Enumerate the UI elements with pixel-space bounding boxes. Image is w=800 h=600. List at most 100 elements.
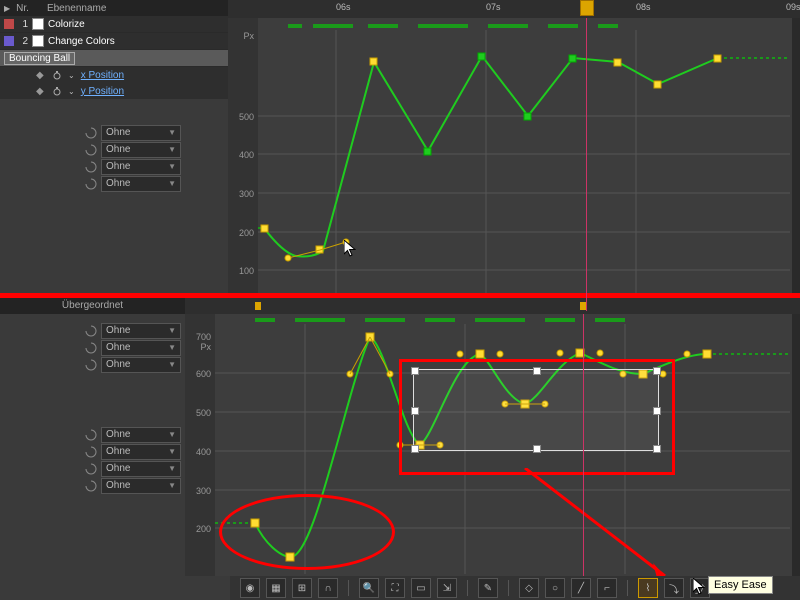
parent-dropdown-group-3: Ohne▼ Ohne▼ Ohne▼ Ohne▼ bbox=[0, 426, 185, 494]
property-row[interactable]: ◆ ⌄ x Position bbox=[0, 67, 228, 83]
parent-dropdown[interactable]: Ohne▼ bbox=[101, 159, 181, 175]
property-row[interactable]: ◆ ⌄ y Position bbox=[0, 83, 228, 99]
playhead[interactable] bbox=[586, 18, 587, 311]
property-name[interactable]: x Position bbox=[81, 70, 124, 81]
linear-button[interactable]: ╱ bbox=[571, 578, 591, 598]
separator bbox=[508, 580, 509, 596]
expand-icon: ⌄ bbox=[68, 87, 75, 96]
parent-dropdown[interactable]: Ohne▼ bbox=[101, 357, 181, 373]
layer-row[interactable]: 2 Change Colors bbox=[0, 33, 228, 50]
timeline-ruler[interactable]: 06s 07s 08s 09s bbox=[228, 0, 800, 19]
disclosure-icon: ▶ bbox=[4, 4, 10, 13]
pickwhip-icon[interactable] bbox=[85, 429, 97, 441]
playhead-marker-icon[interactable] bbox=[580, 0, 594, 16]
graph-svg bbox=[228, 18, 800, 293]
playhead[interactable] bbox=[583, 314, 584, 576]
parent-dropdown[interactable]: Ohne▼ bbox=[101, 478, 181, 494]
chevron-down-icon: ▼ bbox=[168, 481, 176, 490]
parent-row: Ohne▼ bbox=[0, 443, 185, 460]
parent-row: Ohne▼ bbox=[0, 124, 185, 141]
easy-ease-in-button[interactable]: ⤵ bbox=[664, 578, 684, 598]
col-nr: Nr. bbox=[16, 3, 29, 14]
keyframe-diamond-button[interactable]: ◇ bbox=[519, 578, 539, 598]
graph-editor-bottom[interactable]: 700 Px 600 500 400 300 200 bbox=[185, 314, 800, 576]
layer-name[interactable]: Bouncing Ball bbox=[4, 52, 75, 65]
parent-dropdown[interactable]: Ohne▼ bbox=[101, 461, 181, 477]
pickwhip-icon[interactable] bbox=[85, 127, 97, 139]
layer-name: Colorize bbox=[48, 19, 228, 30]
pickwhip-icon[interactable] bbox=[85, 463, 97, 475]
parent-row: Ohne▼ bbox=[0, 158, 185, 175]
selection-box[interactable] bbox=[413, 369, 659, 451]
time-tick: 09s bbox=[786, 2, 800, 12]
chevron-down-icon: ▼ bbox=[168, 179, 176, 188]
chevron-down-icon: ▼ bbox=[168, 343, 176, 352]
parent-row: Ohne▼ bbox=[0, 322, 185, 339]
pickwhip-icon[interactable] bbox=[85, 144, 97, 156]
chevron-down-icon: ▼ bbox=[168, 464, 176, 473]
keyframe-nav-icon[interactable]: ◆ bbox=[36, 70, 46, 80]
parent-dropdown[interactable]: Ohne▼ bbox=[101, 427, 181, 443]
show-props-button[interactable]: ◉ bbox=[240, 578, 260, 598]
work-area-start-icon[interactable] bbox=[255, 302, 261, 310]
layer-list: ▶ Nr. Ebenenname 1 Colorize 2 Change Col… bbox=[0, 0, 228, 99]
parent-dropdown[interactable]: Ohne▼ bbox=[101, 340, 181, 356]
parent-row: Ohne▼ bbox=[0, 460, 185, 477]
separator bbox=[467, 580, 468, 596]
parent-dropdown[interactable]: Ohne▼ bbox=[101, 444, 181, 460]
pickwhip-icon[interactable] bbox=[85, 161, 97, 173]
separate-dimensions-button[interactable]: ⇲ bbox=[437, 578, 457, 598]
timeline-navigator[interactable] bbox=[185, 298, 800, 314]
pickwhip-icon[interactable] bbox=[85, 446, 97, 458]
stopwatch-icon[interactable] bbox=[52, 86, 62, 96]
parent-dropdown[interactable]: Ohne▼ bbox=[101, 176, 181, 192]
pickwhip-icon[interactable] bbox=[85, 342, 97, 354]
layer-number: 2 bbox=[18, 36, 28, 47]
top-panel: ▶ Nr. Ebenenname 1 Colorize 2 Change Col… bbox=[0, 0, 800, 293]
parent-row: Ohne▼ bbox=[0, 477, 185, 494]
layer-number: 1 bbox=[18, 19, 28, 30]
layers-header[interactable]: ▶ Nr. Ebenenname bbox=[0, 0, 228, 16]
col-name: Ebenenname bbox=[47, 3, 107, 14]
keyframe-nav-icon[interactable]: ◆ bbox=[36, 86, 46, 96]
tooltip: Easy Ease bbox=[708, 576, 773, 594]
layer-row-selected[interactable]: 3 Bouncing Ball bbox=[0, 50, 228, 67]
pickwhip-icon[interactable] bbox=[85, 178, 97, 190]
parent-dropdown-group: Ohne▼ Ohne▼ Ohne▼ Ohne▼ bbox=[0, 124, 185, 192]
graph-editor-top[interactable]: Px 500 400 300 200 100 bbox=[228, 18, 800, 293]
pickwhip-icon[interactable] bbox=[85, 480, 97, 492]
edit-keyframe-button[interactable]: ✎ bbox=[478, 578, 498, 598]
easy-ease-out-button[interactable]: ⤴ bbox=[690, 578, 710, 598]
zoom-button[interactable]: 🔍 bbox=[359, 578, 379, 598]
parent-dropdown[interactable]: Ohne▼ bbox=[101, 142, 181, 158]
parent-row: Ohne▼ bbox=[0, 175, 185, 192]
parent-column-header[interactable]: Übergeordnet bbox=[0, 298, 186, 314]
fit-all-button[interactable]: ⛶ bbox=[385, 578, 405, 598]
chevron-down-icon: ▼ bbox=[168, 360, 176, 369]
scrollbar[interactable] bbox=[792, 18, 800, 293]
hold-button[interactable]: ⌐ bbox=[597, 578, 617, 598]
layer-row[interactable]: 1 Colorize bbox=[0, 16, 228, 33]
scrollbar[interactable] bbox=[792, 314, 800, 576]
show-transform-button[interactable]: ⊞ bbox=[292, 578, 312, 598]
layer-color-chip bbox=[4, 19, 14, 29]
parent-dropdown-group-2: Ohne▼ Ohne▼ Ohne▼ bbox=[0, 322, 185, 373]
stopwatch-icon[interactable] bbox=[52, 70, 62, 80]
layer-color-chip bbox=[4, 36, 14, 46]
parent-dropdown[interactable]: Ohne▼ bbox=[101, 323, 181, 339]
layer-name: Change Colors bbox=[48, 36, 228, 47]
chevron-down-icon: ▼ bbox=[168, 162, 176, 171]
easy-ease-button[interactable]: ⌇ bbox=[638, 578, 658, 598]
auto-bezier-button[interactable]: ○ bbox=[545, 578, 565, 598]
pickwhip-icon[interactable] bbox=[85, 325, 97, 337]
chevron-down-icon: ▼ bbox=[168, 145, 176, 154]
parent-dropdown[interactable]: Ohne▼ bbox=[101, 125, 181, 141]
graph-options-button[interactable]: ▦ bbox=[266, 578, 286, 598]
separator bbox=[348, 580, 349, 596]
snap-button[interactable]: ∩ bbox=[318, 578, 338, 598]
chevron-down-icon: ▼ bbox=[168, 430, 176, 439]
property-name[interactable]: y Position bbox=[81, 86, 124, 97]
pickwhip-icon[interactable] bbox=[85, 359, 97, 371]
parent-row: Ohne▼ bbox=[0, 141, 185, 158]
fit-selection-button[interactable]: ▭ bbox=[411, 578, 431, 598]
